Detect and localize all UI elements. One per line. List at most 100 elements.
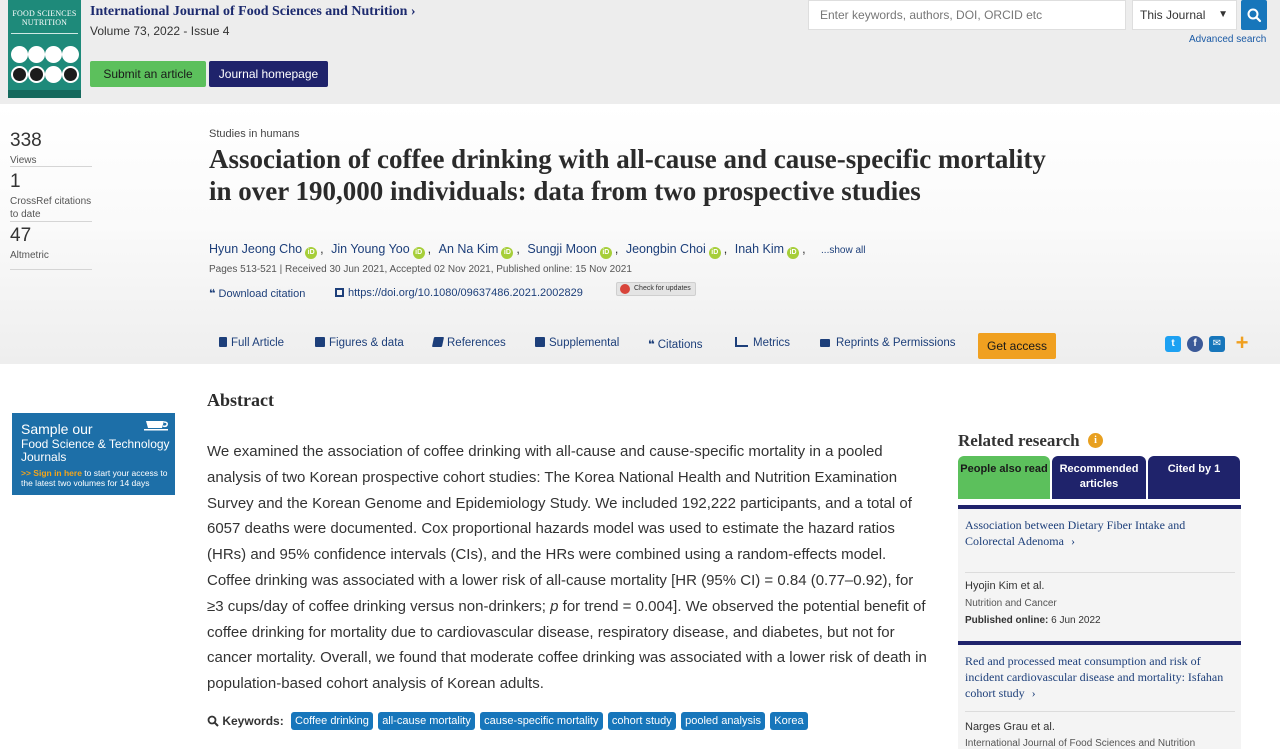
promo-line3: >> Sign in here to start your access to … <box>21 468 173 488</box>
tab-label: Reprints & Permissions <box>836 337 956 349</box>
cover-circle <box>28 66 45 83</box>
search-scope-value: This Journal <box>1140 8 1206 22</box>
author-list: Hyun Jeong Cho iD, Jin Young Yoo iD, An Na… <box>209 242 866 259</box>
doi-text: https://doi.org/10.1080/09637486.2021.20… <box>348 287 583 299</box>
cover-circle <box>11 46 28 63</box>
cover-circle <box>28 46 45 63</box>
author-link[interactable]: Hyun Jeong Cho <box>209 242 302 256</box>
author-link[interactable]: Jin Young Yoo <box>331 242 410 256</box>
chevron-right-icon: › <box>1031 686 1036 700</box>
twitter-icon[interactable]: t <box>1165 336 1181 352</box>
tab-label: Citations <box>657 339 703 351</box>
keywords-row: Keywords: Coffee drinking all-cause mort… <box>207 712 810 733</box>
chevron-right-icon: › <box>410 4 416 19</box>
crossref-count[interactable]: 1 <box>10 171 21 193</box>
search-input[interactable] <box>808 0 1126 30</box>
journal-issue-link[interactable]: Volume 73, 2022 - Issue 4 <box>90 24 229 38</box>
keyword-chip[interactable]: all-cause mortality <box>378 712 475 730</box>
related-article-title-text: Red and processed meat consumption and r… <box>965 654 1224 700</box>
advanced-search-link[interactable]: Advanced search <box>1189 34 1266 45</box>
orcid-icon[interactable]: iD <box>501 247 514 259</box>
tab-full-article[interactable]: Full Article <box>219 337 284 349</box>
show-all-authors-link[interactable]: ...show all <box>821 245 865 256</box>
tab-label: Full Article <box>231 337 285 349</box>
cover-title: FOOD SCIENCES NUTRITION <box>12 9 77 27</box>
doi-link[interactable]: https://doi.org/10.1080/09637486.2021.20… <box>335 287 583 299</box>
search-scope-select[interactable]: This Journal ▼ <box>1132 0 1237 30</box>
published-label: Published online: <box>965 615 1049 626</box>
facebook-icon[interactable]: f <box>1187 336 1203 352</box>
download-citation-label: Download citation <box>218 288 306 300</box>
journal-title-link[interactable]: International Journal of Food Sciences a… <box>90 4 416 20</box>
article-title: Association of coffee drinking with all-… <box>209 144 1046 206</box>
cover-circle <box>45 46 62 63</box>
tab-figures-data[interactable]: Figures & data <box>315 337 404 349</box>
printer-icon <box>820 339 830 347</box>
orcid-icon[interactable]: iD <box>787 247 800 259</box>
related-article-title-text: Association between Dietary Fiber Intake… <box>965 518 1186 548</box>
tab-citations[interactable]: ❝ Citations <box>648 337 703 351</box>
keywords-label: Keywords: <box>207 714 284 728</box>
cover-circle <box>45 66 62 83</box>
author-link[interactable]: Inah Kim <box>735 242 784 256</box>
author-link[interactable]: Sungji Moon <box>527 242 597 256</box>
chevron-down-icon: ▼ <box>1218 9 1228 20</box>
image-icon <box>315 337 325 347</box>
tab-reprints-permissions[interactable]: Reprints & Permissions <box>820 337 956 349</box>
download-citation-link[interactable]: ❝ Download citation <box>209 287 305 300</box>
views-count: 338 <box>10 130 42 151</box>
related-article-authors: Hyojin Kim et al. <box>965 580 1045 592</box>
info-icon[interactable]: i <box>1088 433 1103 448</box>
search-button[interactable] <box>1241 0 1267 30</box>
tab-label: References <box>447 337 506 349</box>
related-article-journal: Nutrition and Cancer <box>965 598 1057 609</box>
promo-banner[interactable]: Sample our Food Science & Technology Jou… <box>12 413 175 495</box>
orcid-icon[interactable]: iD <box>412 247 425 259</box>
tab-references[interactable]: References <box>431 337 506 349</box>
chevron-right-icon: › <box>1070 534 1075 548</box>
journal-homepage-button[interactable]: Journal homepage <box>209 61 328 87</box>
plus-square-icon <box>535 337 545 347</box>
publication-info: Pages 513-521 | Received 30 Jun 2021, Ac… <box>209 264 632 275</box>
quote-icon: ❝ <box>209 288 219 300</box>
document-icon <box>219 337 227 347</box>
altmetric-label: Altmetric <box>10 250 49 261</box>
check-for-updates-label: Check for updates <box>634 285 691 292</box>
related-article-title[interactable]: Red and processed meat consumption and r… <box>965 653 1235 701</box>
related-article-title[interactable]: Association between Dietary Fiber Intake… <box>965 517 1235 549</box>
orcid-icon[interactable]: iD <box>708 247 721 259</box>
orcid-icon[interactable]: iD <box>599 247 612 259</box>
coffee-cup-icon <box>144 421 168 431</box>
keyword-chip[interactable]: Korea <box>770 712 808 730</box>
cover-circle <box>11 66 28 83</box>
keyword-chip[interactable]: cause-specific mortality <box>480 712 603 730</box>
tab-label: Figures & data <box>329 337 404 349</box>
submit-article-button[interactable]: Submit an article <box>90 61 206 87</box>
promo-line1: Sample our <box>21 421 93 437</box>
tab-recommended-articles[interactable]: Recommended articles <box>1052 456 1146 499</box>
author-link[interactable]: An Na Kim <box>439 242 499 256</box>
cover-divider <box>11 33 78 34</box>
check-for-updates-badge[interactable]: Check for updates <box>616 282 696 296</box>
orcid-icon[interactable]: iD <box>305 247 318 259</box>
journal-header: FOOD SCIENCES NUTRITION International Jo… <box>0 0 1280 104</box>
plus-icon[interactable]: + <box>1233 332 1251 354</box>
keyword-chip[interactable]: pooled analysis <box>681 712 765 730</box>
promo-sign-in-link[interactable]: >> Sign in here <box>21 468 82 478</box>
tab-metrics[interactable]: Metrics <box>735 337 790 349</box>
tab-cited-by[interactable]: Cited by 1 <box>1148 456 1240 499</box>
tab-label: Supplemental <box>549 337 620 349</box>
author-link[interactable]: Jeongbin Choi <box>626 242 706 256</box>
get-access-button[interactable]: Get access <box>978 333 1056 359</box>
search-icon <box>207 715 219 727</box>
journal-title: International Journal of Food Sciences a… <box>90 4 408 19</box>
email-icon[interactable]: ✉ <box>1209 336 1225 352</box>
related-article-authors: Narges Grau et al. <box>965 721 1055 733</box>
altmetric-count[interactable]: 47 <box>10 225 31 247</box>
tab-label: Metrics <box>753 337 791 349</box>
tab-supplemental[interactable]: Supplemental <box>535 337 619 349</box>
keyword-chip[interactable]: cohort study <box>607 712 676 730</box>
tab-people-also-read[interactable]: People also read <box>958 456 1050 499</box>
keyword-chip[interactable]: Coffee drinking <box>291 712 373 730</box>
journal-cover-image[interactable]: FOOD SCIENCES NUTRITION <box>8 0 81 98</box>
